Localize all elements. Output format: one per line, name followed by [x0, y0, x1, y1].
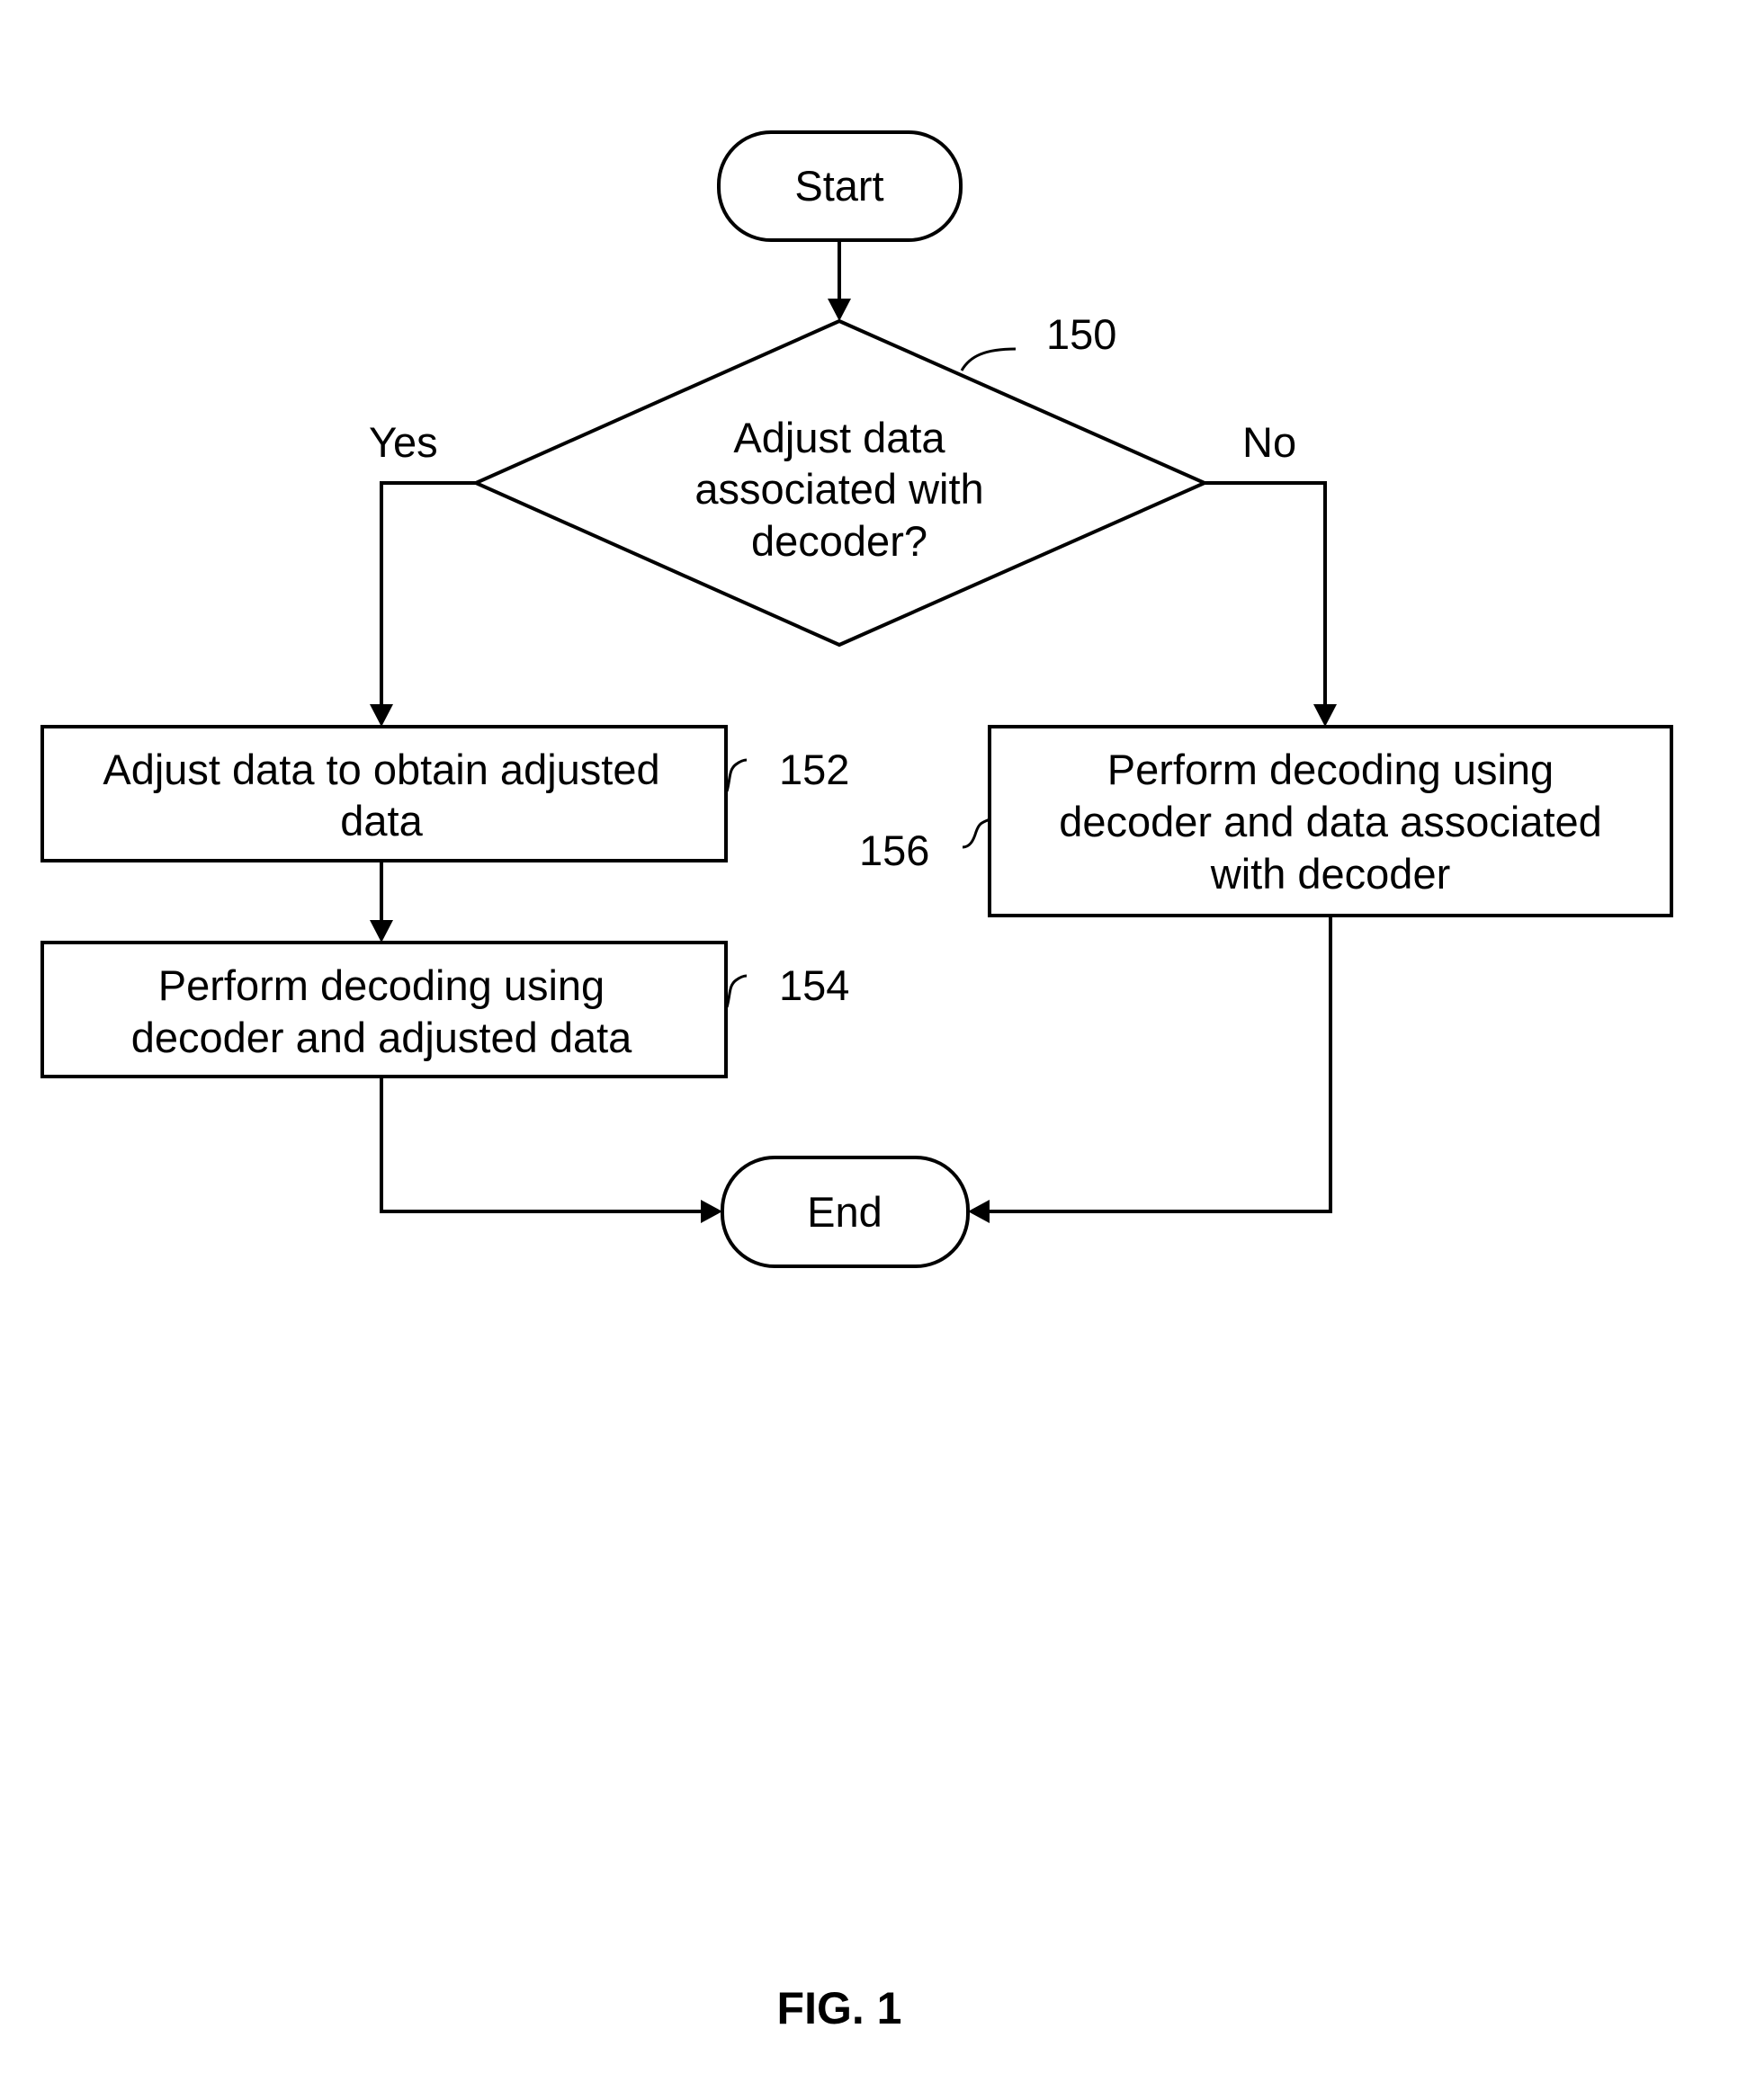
decode-original-node: Perform decoding using decoder and data … [988, 725, 1673, 917]
end-label: End [807, 1188, 882, 1236]
decision-line-3: decoder? [751, 517, 927, 565]
edge-yes [380, 481, 476, 704]
arrowhead-end-right [968, 1200, 990, 1223]
ref-154: 154 [779, 961, 849, 1009]
flowchart: Start Adjust data associated with decode… [40, 130, 1673, 2033]
no-label: No [1242, 418, 1296, 466]
arrowhead-decode-original [1313, 704, 1337, 727]
arrowhead-decode-adjusted [370, 920, 393, 943]
decision-line-2: associated with [694, 465, 983, 513]
ref-150: 150 [1046, 310, 1116, 358]
decode-original-line-1: Perform decoding using [1107, 746, 1554, 793]
decode-adjusted-node: Perform decoding using decoder and adjus… [40, 941, 728, 1078]
ref-156-leader [962, 818, 990, 849]
adjust-node: Adjust data to obtain adjusted data [40, 725, 728, 862]
decode-original-line-3: with decoder [1210, 850, 1451, 898]
decode-adjusted-line-1: Perform decoding using [158, 961, 605, 1009]
ref-150-leader [960, 347, 1017, 371]
arrowhead-adjust [370, 704, 393, 727]
arrowhead-end-left [701, 1200, 722, 1223]
edge-no [1205, 481, 1327, 704]
adjust-line-1: Adjust data to obtain adjusted [103, 746, 659, 793]
decision-node: Adjust data associated with decoder? [471, 318, 1209, 648]
edge-decode-adjusted-to-end [380, 1077, 701, 1213]
figure-caption: FIG. 1 [777, 1983, 902, 2033]
start-node: Start [717, 130, 963, 242]
decision-line-1: Adjust data [733, 414, 945, 461]
adjust-line-2: data [340, 797, 423, 844]
ref-156: 156 [859, 827, 929, 874]
edge-decode-original-to-end [990, 916, 1332, 1213]
decode-original-line-2: decoder and data associated [1059, 798, 1602, 845]
ref-152-leader [725, 758, 748, 792]
ref-154-leader [725, 974, 748, 1008]
arrowhead-decision [828, 299, 851, 321]
decode-adjusted-line-2: decoder and adjusted data [131, 1014, 632, 1061]
end-node: End [721, 1156, 970, 1268]
yes-label: Yes [369, 418, 438, 466]
ref-152: 152 [779, 746, 849, 793]
start-label: Start [794, 162, 883, 210]
